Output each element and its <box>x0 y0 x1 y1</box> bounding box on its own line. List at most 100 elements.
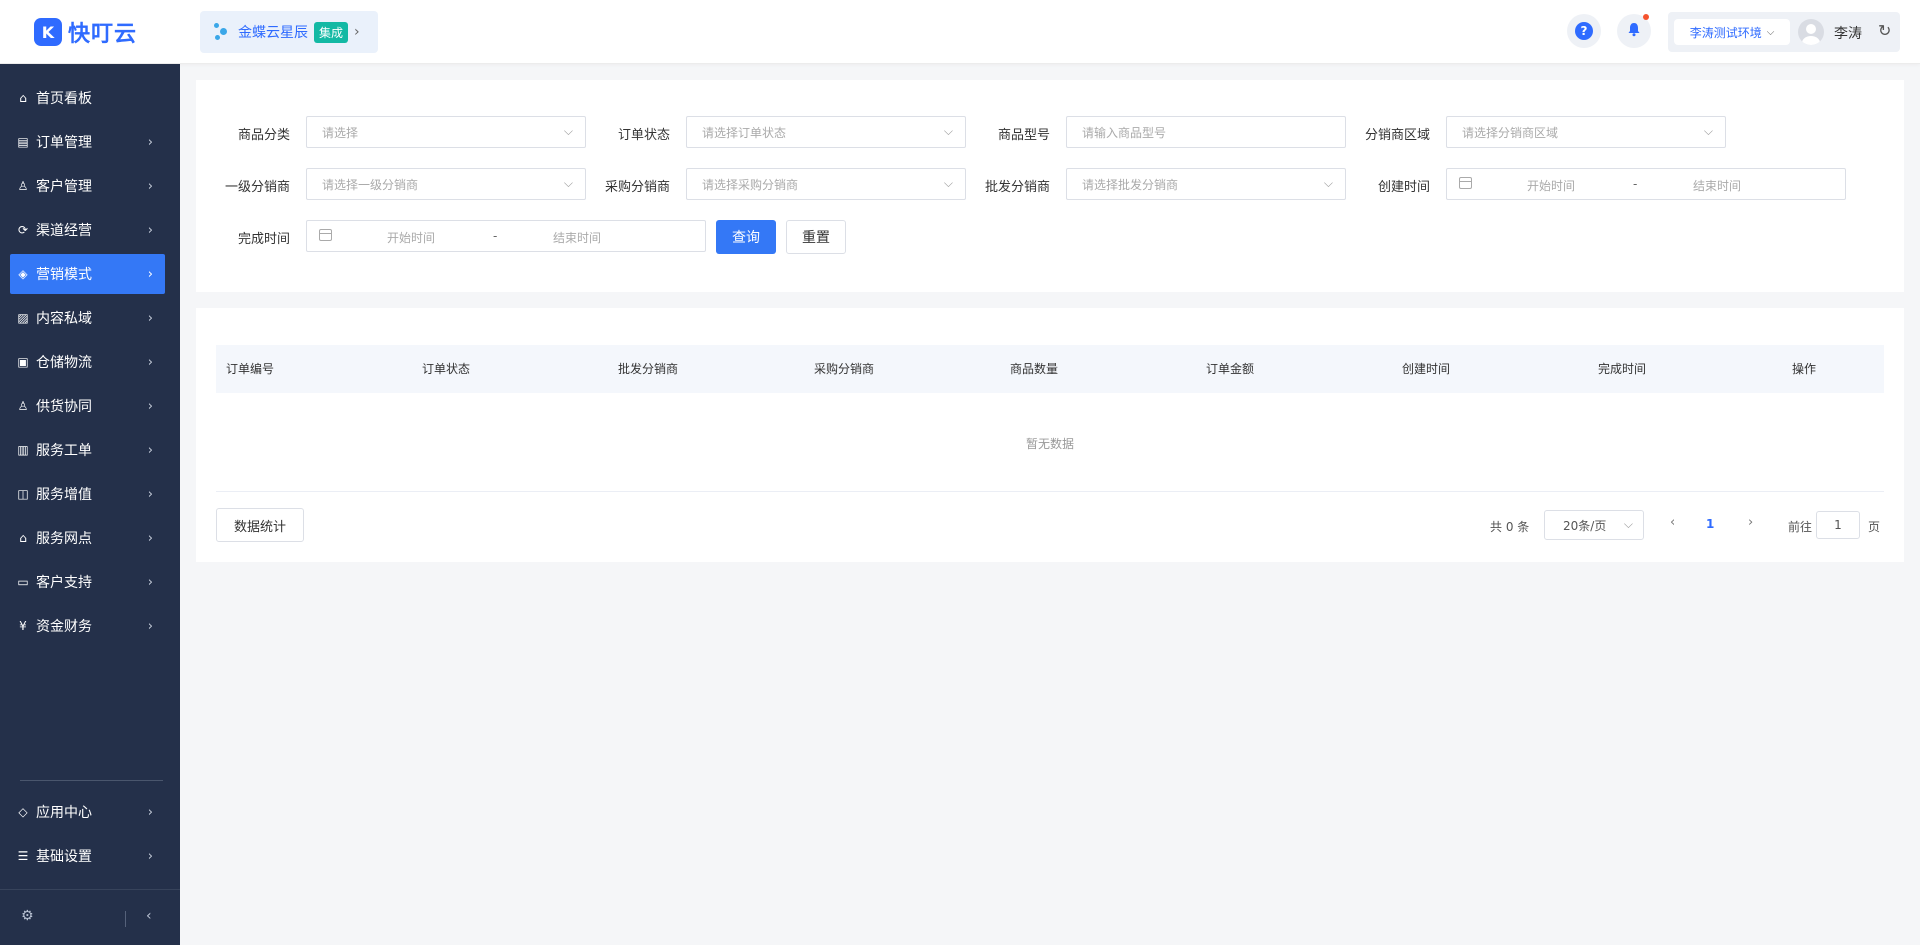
bag-icon: ◫ <box>17 487 29 501</box>
order-icon: ▤ <box>17 135 29 149</box>
chevron-right-icon: › <box>147 442 153 458</box>
sidebar-item-label: 渠道经营 <box>36 223 92 239</box>
table-header: 订单编号 订单状态 批发分销商 采购分销商 商品数量 订单金额 创建时间 完成时… <box>216 345 1884 393</box>
wholesale-distributor-select[interactable]: 请选择批发分销商 ⌵ <box>1066 168 1346 200</box>
product-model-label: 商品型号 <box>997 128 1050 143</box>
reset-button[interactable]: 重置 <box>786 220 846 254</box>
wholesale-distributor-placeholder: 请选择批发分销商 <box>1082 177 1179 192</box>
order-status-label: 订单状态 <box>617 128 670 143</box>
pagination-total: 共 0 条 <box>1490 520 1530 534</box>
finish-time-range[interactable]: 开始时间 - 结束时间 <box>306 220 706 252</box>
chevron-right-icon: › <box>147 310 153 326</box>
notification-button[interactable] <box>1617 14 1651 48</box>
notification-dot <box>1643 14 1649 20</box>
store-icon: ⌂ <box>19 531 27 545</box>
column-header: 订单金额 <box>1206 362 1255 376</box>
table-panel: 订单编号 订单状态 批发分销商 采购分销商 商品数量 订单金额 创建时间 完成时… <box>196 308 1904 562</box>
ticket-icon: ▥ <box>17 443 29 457</box>
sidebar-item-finance[interactable]: ¥ 资金财务 › <box>10 606 165 646</box>
page-size-select[interactable]: 20条/页 ⌵ <box>1544 510 1644 540</box>
help-button[interactable]: ? <box>1567 14 1601 48</box>
page-number-current[interactable]: 1 <box>1706 517 1714 531</box>
sidebar-item-app-center[interactable]: ◇ 应用中心 › <box>10 792 165 832</box>
brand-name: 金蝶云星辰 <box>238 25 308 41</box>
refresh-icon[interactable]: ↻ <box>1878 21 1891 40</box>
sidebar-item-label: 订单管理 <box>36 135 92 151</box>
supplier-icon: ♙ <box>17 399 29 413</box>
sidebar-item-warehouse[interactable]: ▣ 仓储物流 › <box>10 342 165 382</box>
sidebar-item-home[interactable]: ⌂ 首页看板 <box>10 78 165 118</box>
finish-time-end[interactable]: 结束时间 <box>553 229 601 246</box>
chevron-right-icon: › <box>147 804 153 820</box>
sidebar-item-label: 仓储物流 <box>36 355 92 371</box>
order-status-select[interactable]: 请选择订单状态 ⌵ <box>686 116 966 148</box>
finish-time-start[interactable]: 开始时间 <box>387 229 435 246</box>
environment-select[interactable]: 李涛测试环境 ⌵ <box>1674 19 1790 45</box>
finish-time-label: 完成时间 <box>237 232 290 247</box>
calendar-icon <box>1459 177 1472 189</box>
chevron-right-icon: › <box>147 354 153 370</box>
tag-icon: ◈ <box>18 267 28 281</box>
first-level-distributor-select[interactable]: 请选择一级分销商 ⌵ <box>306 168 586 200</box>
sidebar-item-label: 客户管理 <box>36 179 92 195</box>
sidebar-item-label: 资金财务 <box>36 619 92 635</box>
chevron-down-icon: ⌵ <box>563 124 573 138</box>
column-header: 订单编号 <box>226 362 275 376</box>
data-statistics-button[interactable]: 数据统计 <box>216 508 304 542</box>
create-time-start[interactable]: 开始时间 <box>1527 177 1575 194</box>
username[interactable]: 李涛 <box>1834 23 1862 43</box>
range-separator: - <box>1633 177 1638 191</box>
product-category-select[interactable]: 请选择 ⌵ <box>306 116 586 148</box>
previous-page-icon[interactable]: ‹ <box>1670 515 1675 530</box>
distributor-region-select[interactable]: 请选择分销商区域 ⌵ <box>1446 116 1726 148</box>
chevron-right-icon: › <box>147 134 153 150</box>
user-icon: ♙ <box>17 179 29 193</box>
filter-panel: 商品分类 请选择 ⌵ 订单状态 请选择订单状态 ⌵ 商品型号 请输入商品型号 分… <box>196 80 1904 292</box>
avatar[interactable] <box>1798 19 1824 45</box>
sidebar-item-label: 服务工单 <box>36 443 92 459</box>
sidebar-item-support[interactable]: ▭ 客户支持 › <box>10 562 165 602</box>
sidebar-item-outlets[interactable]: ⌂ 服务网点 › <box>10 518 165 558</box>
create-time-label: 创建时间 <box>1377 180 1430 195</box>
sidebar-item-supply[interactable]: ♙ 供货协同 › <box>10 386 165 426</box>
create-time-end[interactable]: 结束时间 <box>1693 177 1741 194</box>
empty-state-text: 暂无数据 <box>1025 437 1074 451</box>
goto-label: 前往 <box>1788 520 1813 534</box>
column-header: 商品数量 <box>1010 362 1059 376</box>
sidebar-divider <box>20 780 163 781</box>
sidebar-item-customers[interactable]: ♙ 客户管理 › <box>10 166 165 206</box>
sidebar-item-channels[interactable]: ⟳ 渠道经营 › <box>10 210 165 250</box>
page-unit-label: 页 <box>1868 520 1881 534</box>
image-icon: ▨ <box>17 311 29 325</box>
integration-brand-button[interactable]: 金蝶云星辰 集成 › <box>200 11 378 53</box>
goto-page-input[interactable]: 1 <box>1816 511 1860 539</box>
gear-icon[interactable]: ⚙ <box>21 908 34 924</box>
sidebar-item-value-added[interactable]: ◫ 服务增值 › <box>10 474 165 514</box>
search-button[interactable]: 查询 <box>716 220 776 254</box>
create-time-range[interactable]: 开始时间 - 结束时间 <box>1446 168 1846 200</box>
purchase-distributor-select[interactable]: 请选择采购分销商 ⌵ <box>686 168 966 200</box>
sidebar-item-orders[interactable]: ▤ 订单管理 › <box>10 122 165 162</box>
product-category-placeholder: 请选择 <box>322 125 359 140</box>
column-header: 批发分销商 <box>618 362 679 376</box>
sidebar-item-service-tickets[interactable]: ▥ 服务工单 › <box>10 430 165 470</box>
sidebar-item-marketing[interactable]: ◈ 营销模式 › <box>10 254 165 294</box>
sidebar-item-settings[interactable]: ☰ 基础设置 › <box>10 836 165 876</box>
sidebar-item-content[interactable]: ▨ 内容私域 › <box>10 298 165 338</box>
product-category-label: 商品分类 <box>237 128 290 143</box>
column-header: 操作 <box>1792 362 1817 376</box>
environment-label: 李涛测试环境 <box>1689 25 1762 40</box>
purchase-distributor-placeholder: 请选择采购分销商 <box>702 177 799 192</box>
product-model-input[interactable]: 请输入商品型号 <box>1066 116 1346 148</box>
collapse-sidebar-icon[interactable]: ‹ <box>146 908 152 924</box>
channel-icon: ⟳ <box>17 223 29 237</box>
app-logo[interactable]: K 快叮云 <box>34 17 137 47</box>
next-page-icon[interactable]: › <box>1748 515 1753 530</box>
sidebar-footer: ⚙ ‹ <box>0 889 180 945</box>
user-area: 李涛测试环境 ⌵ 李涛 ↻ <box>1668 12 1900 52</box>
chevron-right-icon: › <box>147 530 153 546</box>
chevron-down-icon: ⌵ <box>563 176 573 190</box>
sidebar: ⌂ 首页看板 ▤ 订单管理 › ♙ 客户管理 › ⟳ 渠道经营 › ◈ 营销模式… <box>0 64 180 945</box>
settings-icon: ☰ <box>17 849 29 863</box>
chevron-down-icon: ⌵ <box>1703 124 1713 138</box>
